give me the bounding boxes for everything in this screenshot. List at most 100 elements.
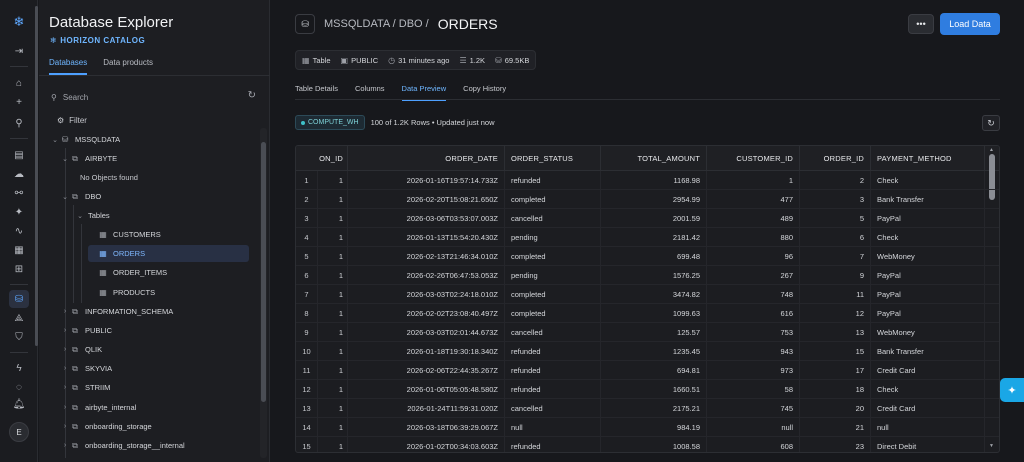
table-cell[interactable]: 7 <box>800 247 871 266</box>
table-row[interactable]: 15 1 2026-01-02T00:34:03.603Z refunded 1008.… <box>296 437 999 452</box>
table-cell[interactable]: 694.81 <box>601 361 707 380</box>
table-cell[interactable]: 1 <box>318 304 348 323</box>
col-total-amount-header[interactable]: TOTAL_AMOUNT <box>601 146 707 171</box>
table-cell[interactable]: 21 <box>800 418 871 437</box>
table-cell[interactable]: 2026-02-20T15:08:21.650Z <box>348 190 505 209</box>
table-row[interactable]: 6 1 2026-02-26T06:47:53.053Z pending 1576.25… <box>296 266 999 285</box>
table-cell[interactable]: refunded <box>505 342 601 361</box>
table-cell[interactable]: 2 <box>800 171 871 190</box>
tab-data-products[interactable]: Data products <box>103 58 153 75</box>
table-cell[interactable]: 1 <box>707 171 800 190</box>
help-icon[interactable]: ◌ <box>0 379 38 395</box>
table-cell[interactable]: pending <box>505 228 601 247</box>
table-cell[interactable]: refunded <box>505 171 601 190</box>
table-cell[interactable]: 489 <box>707 209 800 228</box>
table-cell[interactable]: 1 <box>318 380 348 399</box>
table-cell[interactable]: Credit Card <box>871 361 985 380</box>
breadcrumb-path[interactable]: MSSQLDATA / DBO / <box>324 18 429 30</box>
table-row[interactable]: 3 1 2026-03-06T03:53:07.003Z cancelled 2001.… <box>296 209 999 228</box>
filter-button[interactable]: ⚙ Filter <box>57 116 87 125</box>
tree-schema-public[interactable]: › ⧉ PUBLIC <box>39 322 263 339</box>
table-cell[interactable]: 23 <box>800 437 871 452</box>
table-cell[interactable]: 1 <box>318 228 348 247</box>
table-cell[interactable]: 20 <box>800 399 871 418</box>
explorer-scrollbar[interactable] <box>261 142 266 402</box>
table-cell[interactable]: PayPal <box>871 209 985 228</box>
table-cell[interactable]: 2026-03-03T02:24:18.010Z <box>348 285 505 304</box>
col-order-id-header[interactable]: ORDER_ID <box>800 146 871 171</box>
col-on-id-header[interactable]: ON_ID <box>318 146 348 171</box>
table-cell[interactable]: cancelled <box>505 209 601 228</box>
table-cell[interactable]: 267 <box>707 266 800 285</box>
table-cell[interactable]: refunded <box>505 437 601 452</box>
table-cell[interactable]: 3474.82 <box>601 285 707 304</box>
table-cell[interactable]: 1 <box>318 361 348 380</box>
table-cell[interactable]: 1 <box>318 171 348 190</box>
table-cell[interactable]: Check <box>871 171 985 190</box>
table-cell[interactable]: 477 <box>707 190 800 209</box>
table-cell[interactable]: 1 <box>318 437 348 452</box>
table-cell[interactable]: 608 <box>707 437 800 452</box>
table-cell[interactable]: cancelled <box>505 399 601 418</box>
table-cell[interactable]: 1 <box>318 209 348 228</box>
table-row[interactable]: 4 1 2026-01-13T15:54:20.430Z pending 2181.42… <box>296 228 999 247</box>
table-cell[interactable]: 2026-01-16T19:57:14.733Z <box>348 171 505 190</box>
col-order-date-header[interactable]: ORDER_DATE <box>348 146 505 171</box>
table-cell[interactable]: completed <box>505 285 601 304</box>
table-cell[interactable]: PayPal <box>871 266 985 285</box>
plus-icon[interactable]: + <box>0 94 38 110</box>
tree-schema-airbyte[interactable]: ⌄ ⧉ AIRBYTE <box>39 150 263 167</box>
tree-table-order-items[interactable]: ▦ ORDER_ITEMS <box>39 264 263 281</box>
tree-tables[interactable]: ⌄ Tables <box>39 207 263 224</box>
table-cell[interactable]: Bank Transfer <box>871 342 985 361</box>
table-cell[interactable]: completed <box>505 190 601 209</box>
tree-table-orders[interactable]: ▦ ORDERS <box>88 245 249 262</box>
table-cell[interactable]: 1168.98 <box>601 171 707 190</box>
table-cell[interactable]: 973 <box>707 361 800 380</box>
table-cell[interactable]: 1 <box>318 247 348 266</box>
table-row[interactable]: 10 1 2026-01-18T19:30:18.340Z refunded 1235.… <box>296 342 999 361</box>
table-cell[interactable]: 745 <box>707 399 800 418</box>
table-row[interactable]: 12 1 2026-01-06T05:05:48.580Z refunded 1660.… <box>296 380 999 399</box>
table-cell[interactable]: 1235.45 <box>601 342 707 361</box>
table-row[interactable]: 9 1 2026-03-03T02:01:44.673Z cancelled 125.5… <box>296 323 999 342</box>
table-cell[interactable]: 1 <box>318 418 348 437</box>
snowflake-logo-icon[interactable]: ❄ <box>0 14 38 30</box>
table-cell[interactable]: 2026-01-02T00:34:03.603Z <box>348 437 505 452</box>
scroll-up-icon[interactable]: ▲ <box>989 147 994 153</box>
table-cell[interactable]: 3 <box>800 190 871 209</box>
tree-table-products[interactable]: ▦ PRODUCTS <box>39 284 263 301</box>
table-cell[interactable]: 699.48 <box>601 247 707 266</box>
table-cell[interactable]: 2026-02-13T21:46:34.010Z <box>348 247 505 266</box>
ingestion-icon[interactable]: ☁ <box>0 166 38 182</box>
more-options-button[interactable]: ••• <box>908 14 934 34</box>
table-row[interactable]: 14 1 2026-03-18T06:39:29.067Z null 984.19 nul… <box>296 418 999 437</box>
table-row[interactable]: 11 1 2026-02-06T22:44:35.267Z refunded 694.8… <box>296 361 999 380</box>
warehouse-selector[interactable]: COMPUTE_WH <box>295 115 365 130</box>
tree-schema-qlik[interactable]: › ⧉ QLIK <box>39 341 263 358</box>
table-cell[interactable]: refunded <box>505 361 601 380</box>
col-payment-method-header[interactable]: PAYMENT_METHOD <box>871 146 985 171</box>
table-row[interactable]: 5 1 2026-02-13T21:46:34.010Z completed 699.4… <box>296 247 999 266</box>
table-cell[interactable]: 2026-03-18T06:39:29.067Z <box>348 418 505 437</box>
notifications-icon[interactable]: 🔔︎ <box>0 396 38 412</box>
col-customer-id-header[interactable]: CUSTOMER_ID <box>707 146 800 171</box>
table-cell[interactable]: 2026-01-13T15:54:20.430Z <box>348 228 505 247</box>
table-cell[interactable]: 18 <box>800 380 871 399</box>
table-cell[interactable]: completed <box>505 304 601 323</box>
table-cell[interactable]: null <box>505 418 601 437</box>
tab-databases[interactable]: Databases <box>49 58 88 75</box>
table-cell[interactable]: PayPal <box>871 285 985 304</box>
table-cell[interactable]: 1 <box>318 323 348 342</box>
table-cell[interactable]: 880 <box>707 228 800 247</box>
table-cell[interactable]: 753 <box>707 323 800 342</box>
table-cell[interactable]: Credit Card <box>871 399 985 418</box>
table-cell[interactable]: 1 <box>318 190 348 209</box>
table-cell[interactable]: 2026-02-02T23:08:40.497Z <box>348 304 505 323</box>
table-row[interactable]: 1 1 2026-01-16T19:57:14.733Z refunded 1168.9… <box>296 171 999 190</box>
projects-icon[interactable]: ▤ <box>0 147 38 163</box>
table-cell[interactable]: 17 <box>800 361 871 380</box>
table-cell[interactable]: WebMoney <box>871 247 985 266</box>
tree-schema-airbyte-internal[interactable]: › ⧉ airbyte_internal <box>39 399 263 416</box>
table-cell[interactable]: 11 <box>800 285 871 304</box>
